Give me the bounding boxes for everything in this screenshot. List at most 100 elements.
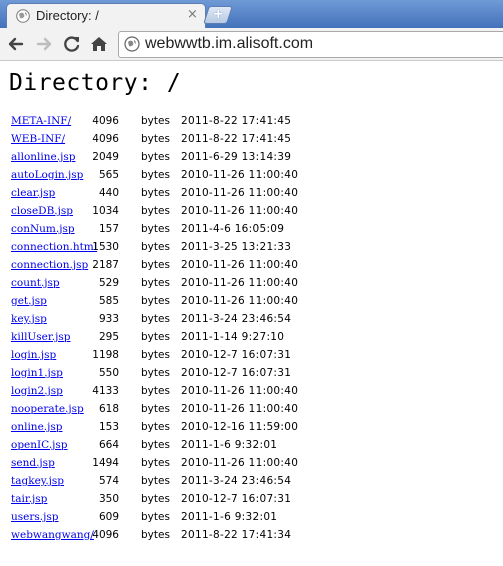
modified-date: 2011-1-6 9:32:01 xyxy=(181,511,278,523)
plus-icon: + xyxy=(212,7,224,22)
home-icon[interactable] xyxy=(88,33,110,55)
file-link[interactable]: closeDB.jsp xyxy=(11,205,73,217)
modified-date: 2011-3-24 23:46:54 xyxy=(181,475,292,487)
modified-date: 2011-8-22 17:41:34 xyxy=(181,529,292,541)
size-unit: bytes xyxy=(141,529,170,541)
file-size: 550 xyxy=(98,367,119,379)
file-link[interactable]: count.jsp xyxy=(11,277,60,289)
modified-date: 2010-11-26 11:00:40 xyxy=(181,187,299,199)
file-link[interactable]: openIC.jsp xyxy=(11,439,68,451)
file-link[interactable]: clear.jsp xyxy=(11,187,55,199)
file-size: 529 xyxy=(98,277,119,289)
size-unit: bytes xyxy=(141,439,170,451)
file-size: 618 xyxy=(98,403,119,415)
size-unit: bytes xyxy=(141,349,170,361)
file-size: 1034 xyxy=(92,205,119,217)
file-link[interactable]: conNum.jsp xyxy=(11,223,75,235)
file-size: 1198 xyxy=(92,349,119,361)
size-unit: bytes xyxy=(141,385,170,397)
file-size: 4096 xyxy=(92,115,119,127)
size-unit: bytes xyxy=(141,511,170,523)
toolbar: webwwtb.im.alisoft.com xyxy=(0,28,503,61)
page-favicon-icon xyxy=(16,9,30,23)
file-size: 2049 xyxy=(92,151,119,163)
size-unit: bytes xyxy=(141,277,170,289)
modified-date: 2010-11-26 11:00:40 xyxy=(181,169,299,181)
modified-date: 2010-12-7 16:07:31 xyxy=(181,367,292,379)
url-text: webwwtb.im.alisoft.com xyxy=(145,35,314,52)
size-unit: bytes xyxy=(141,205,170,217)
size-unit: bytes xyxy=(141,169,170,181)
file-link[interactable]: killUser.jsp xyxy=(11,331,70,343)
page-icon xyxy=(124,36,140,52)
size-unit: bytes xyxy=(141,457,170,469)
modified-date: 2011-6-29 13:14:39 xyxy=(181,151,292,163)
file-size: 565 xyxy=(98,169,119,181)
tab-close-icon[interactable]: × xyxy=(187,7,198,22)
file-link[interactable]: online.jsp xyxy=(11,421,62,433)
page-content: Directory: / META-INF/4096 bytes 2011-8-22… xyxy=(0,61,503,566)
file-size: 1530 xyxy=(92,241,119,253)
file-size: 350 xyxy=(98,493,119,505)
file-link[interactable]: login2.jsp xyxy=(11,385,63,397)
reload-icon[interactable] xyxy=(61,33,83,55)
forward-icon[interactable] xyxy=(33,33,55,55)
size-unit: bytes xyxy=(141,313,170,325)
size-unit: bytes xyxy=(141,367,170,379)
page-title: Directory: / xyxy=(9,70,182,96)
modified-date: 2011-3-25 13:21:33 xyxy=(181,241,292,253)
back-icon[interactable] xyxy=(5,33,27,55)
file-link[interactable]: key.jsp xyxy=(11,313,47,325)
modified-date: 2011-8-22 17:41:45 xyxy=(181,133,292,145)
file-size: 440 xyxy=(98,187,119,199)
modified-date: 2010-11-26 11:00:40 xyxy=(181,277,299,289)
modified-date: 2010-12-16 11:59:00 xyxy=(181,421,299,433)
size-unit: bytes xyxy=(141,115,170,127)
size-unit: bytes xyxy=(141,331,170,343)
file-link[interactable]: login.jsp xyxy=(11,349,56,361)
file-link[interactable]: tair.jsp xyxy=(11,493,47,505)
file-link[interactable]: allonline.jsp xyxy=(11,151,75,163)
size-unit: bytes xyxy=(141,223,170,235)
modified-date: 2011-1-14 9:27:10 xyxy=(181,331,285,343)
modified-date: 2010-11-26 11:00:40 xyxy=(181,205,299,217)
size-unit: bytes xyxy=(141,475,170,487)
modified-date: 2010-11-26 11:00:40 xyxy=(181,385,299,397)
file-link[interactable]: users.jsp xyxy=(11,511,58,523)
file-size: 2187 xyxy=(92,259,119,271)
modified-date: 2011-4-6 16:05:09 xyxy=(181,223,285,235)
modified-date: 2011-1-6 9:32:01 xyxy=(181,439,278,451)
modified-date: 2011-8-22 17:41:45 xyxy=(181,115,292,127)
modified-date: 2010-11-26 11:00:40 xyxy=(181,457,299,469)
file-size: 4133 xyxy=(92,385,119,397)
file-link[interactable]: send.jsp xyxy=(11,457,55,469)
modified-date: 2010-11-26 11:00:40 xyxy=(181,259,299,271)
size-unit: bytes xyxy=(141,403,170,415)
file-link[interactable]: get.jsp xyxy=(11,295,47,307)
file-link[interactable]: tagkey.jsp xyxy=(11,475,64,487)
size-unit: bytes xyxy=(141,151,170,163)
size-unit: bytes xyxy=(141,133,170,145)
size-unit: bytes xyxy=(141,241,170,253)
address-bar[interactable]: webwwtb.im.alisoft.com xyxy=(118,31,503,58)
file-size: 933 xyxy=(98,313,119,325)
modified-date: 2010-12-7 16:07:31 xyxy=(181,349,292,361)
file-size: 295 xyxy=(98,331,119,343)
file-size: 153 xyxy=(98,421,119,433)
new-tab-button[interactable]: + xyxy=(203,6,233,24)
file-size: 574 xyxy=(98,475,119,487)
file-link[interactable]: META-INF/ xyxy=(11,115,71,127)
tab-active[interactable]: Directory: / × xyxy=(6,3,206,29)
file-size: 4096 xyxy=(92,529,119,541)
file-link[interactable]: login1.jsp xyxy=(11,367,63,379)
file-link[interactable]: WEB-INF/ xyxy=(11,133,65,145)
file-size: 157 xyxy=(98,223,119,235)
file-size: 4096 xyxy=(92,133,119,145)
size-unit: bytes xyxy=(141,295,170,307)
file-size: 664 xyxy=(98,439,119,451)
modified-date: 2010-11-26 11:00:40 xyxy=(181,403,299,415)
file-size: 609 xyxy=(98,511,119,523)
size-unit: bytes xyxy=(141,421,170,433)
file-size: 1494 xyxy=(92,457,119,469)
modified-date: 2010-12-7 16:07:31 xyxy=(181,493,292,505)
